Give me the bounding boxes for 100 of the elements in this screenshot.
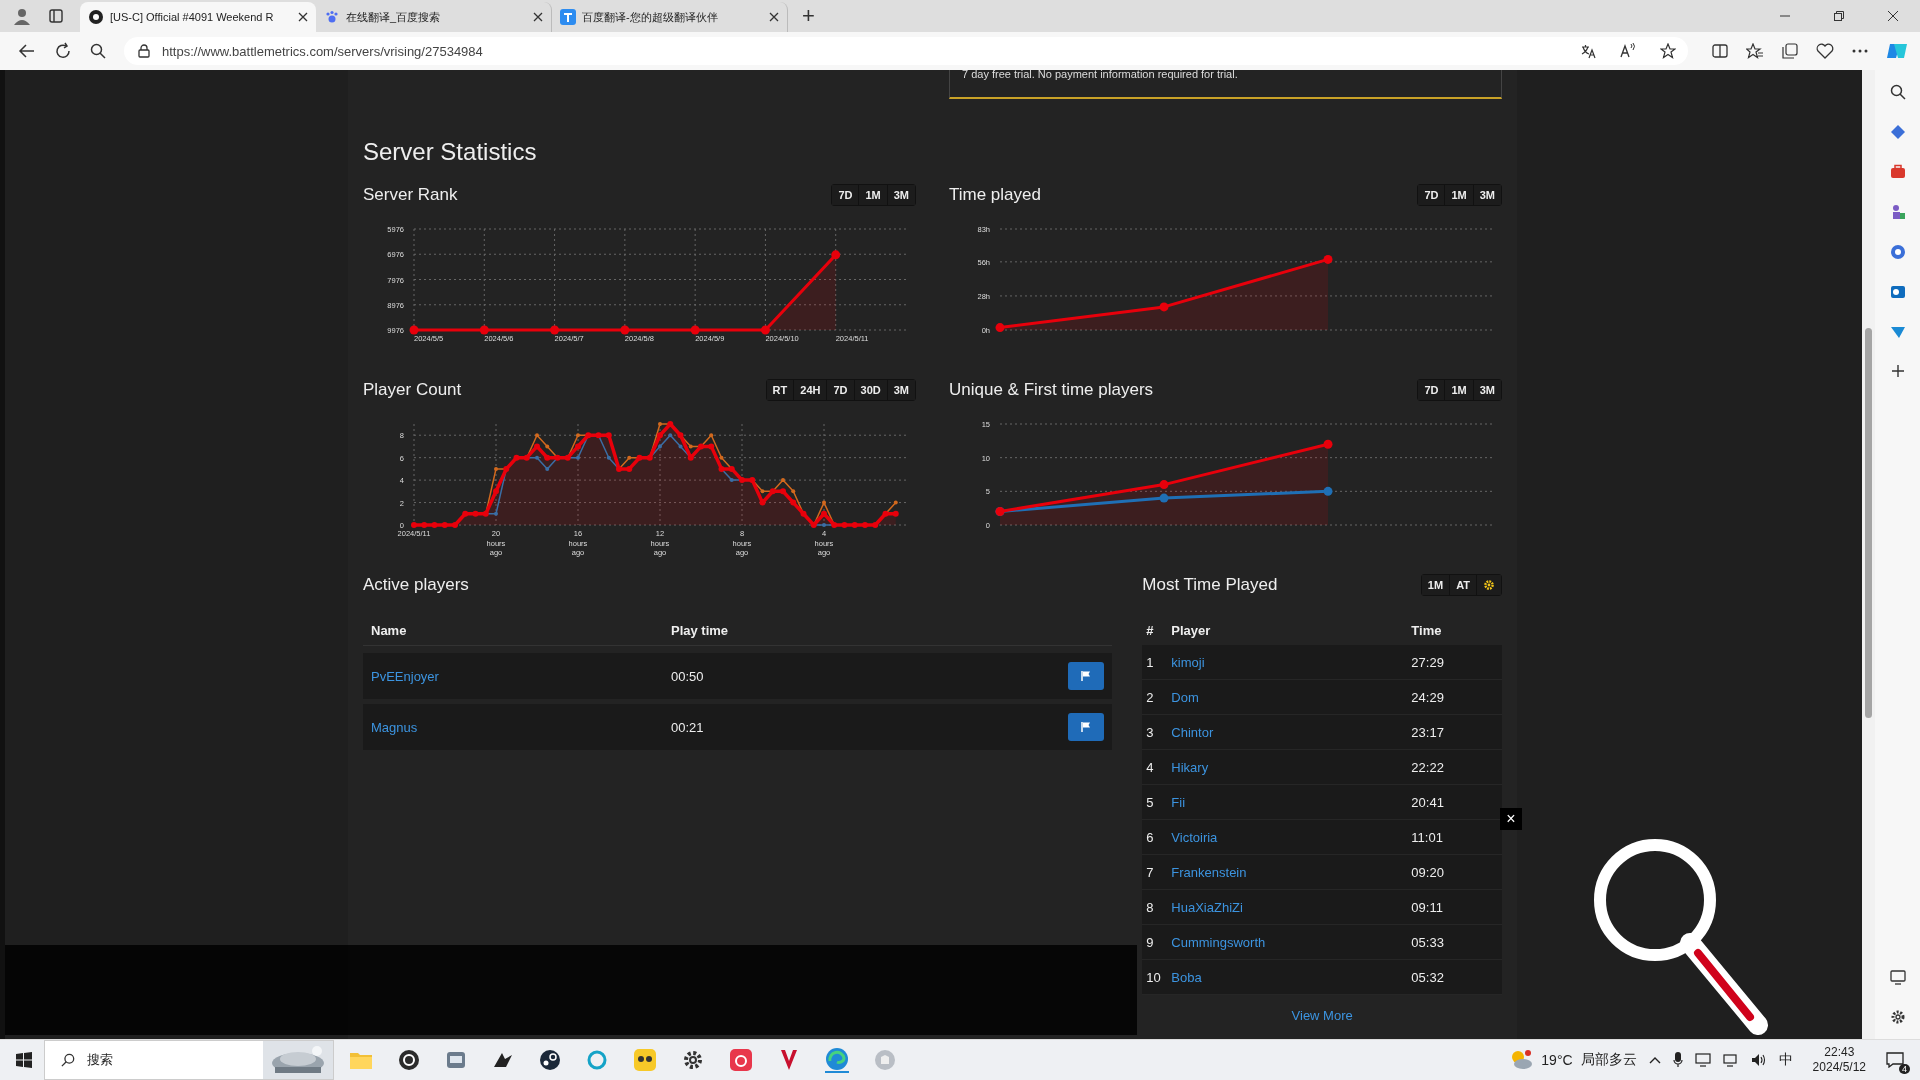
range-button[interactable]: 3M (886, 185, 915, 205)
windows-logo-icon[interactable] (16, 1052, 32, 1068)
collections-icon[interactable] (1782, 43, 1798, 59)
microphone-icon[interactable] (1672, 1052, 1683, 1068)
tab-title: 百度翻译-您的超级翻译伙伴 (582, 9, 719, 25)
rank-number: 6 (1145, 829, 1155, 845)
close-icon[interactable] (298, 12, 308, 22)
new-tab-button[interactable]: + (796, 3, 821, 29)
app-icon[interactable] (633, 1048, 657, 1072)
search-icon[interactable] (1889, 84, 1906, 100)
speaker-icon[interactable] (1750, 1053, 1767, 1067)
refresh-icon[interactable] (54, 42, 72, 60)
player-link[interactable]: PvEEnjoyer (363, 668, 671, 684)
notification-icon[interactable] (1886, 1052, 1904, 1068)
player-link[interactable]: Chintor (1171, 724, 1412, 740)
range-button[interactable]: 1M (858, 185, 887, 205)
address-field[interactable]: https://www.battlemetrics.com/servers/vrising/27534984 (124, 37, 1688, 65)
plus-icon[interactable] (1890, 364, 1905, 378)
more-icon[interactable] (1852, 49, 1868, 53)
rank-number: 1 (1145, 654, 1155, 670)
range-button[interactable]: 1M (1444, 380, 1473, 400)
profile-icon[interactable] (12, 6, 32, 26)
taskbar-search-field[interactable]: 搜索 (44, 1040, 334, 1080)
circle-icon[interactable] (398, 1049, 420, 1071)
point (534, 443, 540, 450)
range-button[interactable]: 30D (853, 380, 887, 400)
section-title: Active players (363, 575, 469, 595)
star-icon[interactable] (1660, 43, 1676, 59)
chevron-up-icon[interactable] (1648, 1056, 1661, 1064)
scrollbar[interactable] (1862, 70, 1875, 1039)
point (431, 522, 438, 528)
browser-tab[interactable]: [US-C] Official #4091 Weekend R (80, 2, 316, 32)
clock[interactable]: 22:43 2024/5/12 (1812, 1045, 1866, 1075)
close-icon[interactable] (769, 12, 779, 22)
player-link[interactable]: Fii (1171, 794, 1412, 810)
weather-icon[interactable] (1509, 1049, 1534, 1071)
back-arrow-icon[interactable] (18, 42, 36, 60)
range-button[interactable]: 24H (793, 380, 827, 400)
tag-icon[interactable] (1889, 124, 1906, 140)
browser-icon[interactable] (825, 1047, 849, 1073)
weather-text: 局部多云 (1580, 1051, 1637, 1069)
screenshot-icon[interactable] (1889, 969, 1906, 985)
chart-title: Player Count (363, 380, 462, 400)
player-link[interactable]: Victoiria (1171, 829, 1412, 845)
point (995, 323, 1005, 333)
ring-icon[interactable] (586, 1049, 608, 1071)
range-button[interactable]: 7D (1418, 185, 1445, 205)
flag-button[interactable] (1068, 713, 1105, 741)
read-aloud-icon[interactable] (1620, 43, 1636, 59)
player-link[interactable]: Cummingsworth (1171, 934, 1412, 950)
player-link[interactable]: Boba (1171, 969, 1412, 985)
range-button[interactable]: 3M (886, 380, 915, 400)
player-link[interactable]: Frankenstein (1171, 864, 1412, 880)
player-link[interactable]: HuaXiaZhiZi (1171, 899, 1412, 915)
close-icon[interactable] (1887, 10, 1899, 22)
view-more-link[interactable]: View More (1291, 1007, 1353, 1023)
translate-icon[interactable] (1580, 43, 1596, 59)
range-button[interactable]: 7D (826, 380, 854, 400)
close-button[interactable]: × (1500, 808, 1522, 830)
send-icon[interactable] (1889, 324, 1906, 340)
range-button[interactable]: 7D (832, 185, 859, 205)
range-button[interactable]: 7D (1418, 380, 1445, 400)
point (892, 510, 899, 517)
range-button[interactable]: RT (766, 380, 794, 400)
flag-button[interactable] (1068, 662, 1105, 690)
point (1323, 439, 1333, 449)
settings-button[interactable] (1476, 575, 1501, 595)
lock-icon (138, 44, 150, 58)
chart-title: Time played (949, 185, 1041, 205)
page-favicon-icon (88, 9, 104, 25)
column-header: # (1145, 623, 1155, 638)
search-icon[interactable] (90, 43, 106, 59)
app-icon[interactable] (539, 1049, 561, 1071)
range-button[interactable]: 1M (1421, 575, 1450, 595)
close-icon[interactable] (533, 12, 543, 22)
monitor-icon[interactable] (1722, 1053, 1739, 1067)
restore-icon[interactable] (1833, 10, 1845, 22)
player-link[interactable]: kimoji (1171, 654, 1412, 670)
favorites-icon[interactable] (1746, 43, 1764, 59)
player-link[interactable]: Magnus (363, 719, 671, 735)
briefcase-icon[interactable] (1889, 164, 1906, 180)
split-screen-icon[interactable] (1712, 43, 1728, 59)
range-button[interactable]: 1M (1444, 185, 1473, 205)
player-link[interactable]: Dom (1171, 689, 1412, 705)
gear-icon[interactable] (682, 1049, 704, 1071)
mail-icon[interactable] (1889, 284, 1906, 300)
time-played: 09:11 (1411, 899, 1444, 915)
point (411, 522, 417, 528)
settings-icon[interactable] (1889, 1009, 1906, 1025)
range-button[interactable]: 3M (1472, 380, 1501, 400)
player-link[interactable]: Hikary (1171, 759, 1412, 775)
point (452, 522, 458, 528)
range-button[interactable]: 3M (1472, 185, 1501, 205)
tab-actions-icon[interactable] (48, 8, 64, 24)
notification-count: 4 (1899, 1064, 1910, 1074)
search-placeholder: 搜索 (87, 1051, 113, 1069)
input-method-indicator[interactable]: 中 (1778, 1051, 1793, 1069)
url-text: https://www.battlemetrics.com/servers/vrising/27534984 (162, 43, 483, 59)
column-header: Play time (671, 622, 729, 638)
range-button[interactable]: AT (1449, 575, 1476, 595)
